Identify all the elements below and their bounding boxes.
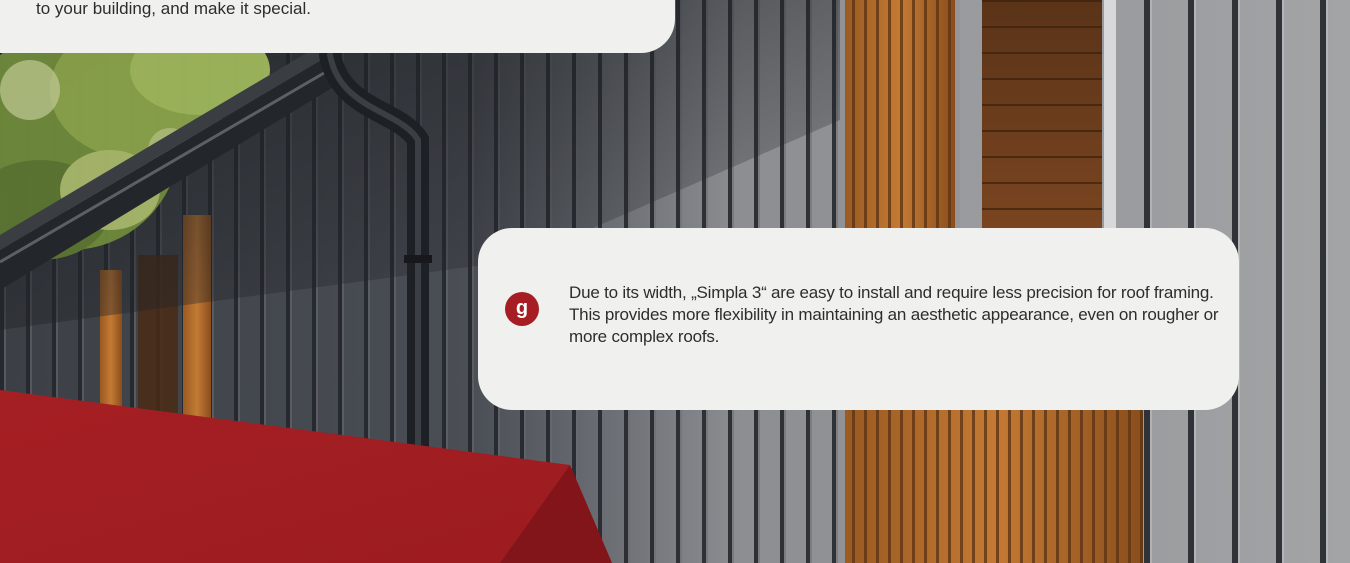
callout-top-text: to your building, and make it special.: [36, 0, 311, 18]
letter-badge-icon: g: [505, 292, 539, 326]
callout-main-text: Due to its width, „Simpla 3“ are easy to…: [569, 283, 1219, 346]
hero-section: to your building, and make it special. g…: [0, 0, 1350, 563]
callout-card-top: to your building, and make it special.: [0, 0, 675, 53]
callout-card-main: g Due to its width, „Simpla 3“ are easy …: [478, 228, 1239, 410]
